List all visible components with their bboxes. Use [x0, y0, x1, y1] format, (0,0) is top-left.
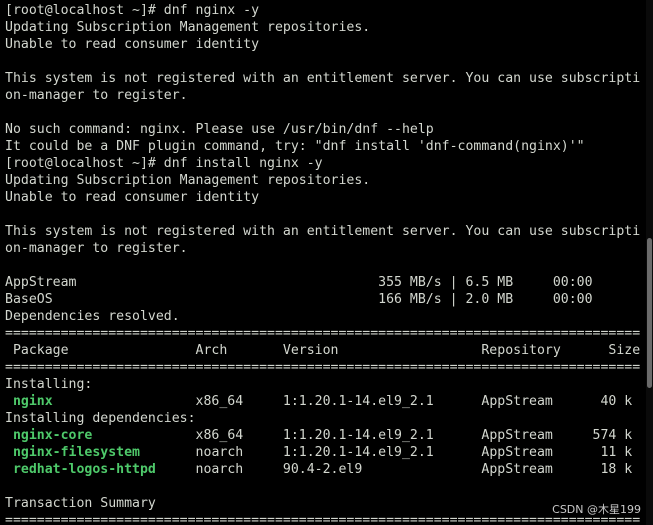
package-name: nginx-core: [5, 428, 93, 443]
package-details: noarch 90.4-2.el9 AppStream 18 k: [155, 462, 633, 477]
terminal-line: It could be a DNF plugin command, try: "…: [5, 139, 585, 154]
terminal-line: on-manager to register.: [5, 241, 188, 256]
package-name: redhat-logos-httpd: [5, 462, 156, 477]
package-name: nginx: [5, 394, 53, 409]
package-details: x86_64 1:1.20.1-14.el9_2.1 AppStream 574…: [92, 428, 633, 443]
package-row: redhat-logos-httpd noarch 90.4-2.el9 App…: [5, 461, 645, 478]
scrollbar-thumb[interactable]: [647, 238, 652, 388]
terminal-line: Unable to read consumer identity: [5, 190, 260, 205]
package-row: nginx-filesystem noarch 1:1.20.1-14.el9_…: [5, 444, 645, 461]
package-name: nginx-filesystem: [5, 445, 140, 460]
package-row: nginx x86_64 1:1.20.1-14.el9_2.1 AppStre…: [5, 393, 645, 410]
terminal-line: Updating Subscription Management reposit…: [5, 20, 371, 35]
terminal-line: Unable to read consumer identity: [5, 37, 260, 52]
terminal-line: [root@localhost ~]# dnf install nginx -y: [5, 156, 323, 171]
terminal-line: [root@localhost ~]# dnf nginx -y: [5, 3, 260, 18]
terminal-line: ========================================…: [5, 360, 641, 375]
watermark: CSDN @木星199: [552, 503, 641, 516]
terminal-line: No such command: nginx. Please use /usr/…: [5, 122, 434, 137]
package-row: nginx-core x86_64 1:1.20.1-14.el9_2.1 Ap…: [5, 427, 645, 444]
scrollbar-track[interactable]: [646, 0, 653, 525]
package-details: x86_64 1:1.20.1-14.el9_2.1 AppStream 40 …: [52, 394, 633, 409]
terminal-line: Package Arch Version Repository Size: [5, 343, 641, 358]
terminal-window[interactable]: [root@localhost ~]# dnf nginx -y Updating…: [0, 0, 653, 525]
terminal-line: This system is not registered with an en…: [5, 71, 641, 86]
terminal-line: Installing:: [5, 377, 93, 392]
terminal-line: ========================================…: [5, 326, 641, 341]
terminal-line: ========================================…: [5, 513, 641, 525]
terminal-line: Transaction Summary: [5, 496, 156, 511]
package-details: noarch 1:1.20.1-14.el9_2.1 AppStream 11 …: [139, 445, 633, 460]
terminal-line: AppStream 355 MB/s | 6.5 MB 00:00: [5, 275, 593, 290]
terminal-line: Dependencies resolved.: [5, 309, 180, 324]
terminal-line: BaseOS 166 MB/s | 2.0 MB 00:00: [5, 292, 593, 307]
terminal-output[interactable]: [root@localhost ~]# dnf nginx -y Updating…: [5, 2, 645, 525]
terminal-line: Installing dependencies:: [5, 411, 196, 426]
terminal-line: Updating Subscription Management reposit…: [5, 173, 371, 188]
terminal-line: on-manager to register.: [5, 88, 188, 103]
terminal-line: This system is not registered with an en…: [5, 224, 641, 239]
